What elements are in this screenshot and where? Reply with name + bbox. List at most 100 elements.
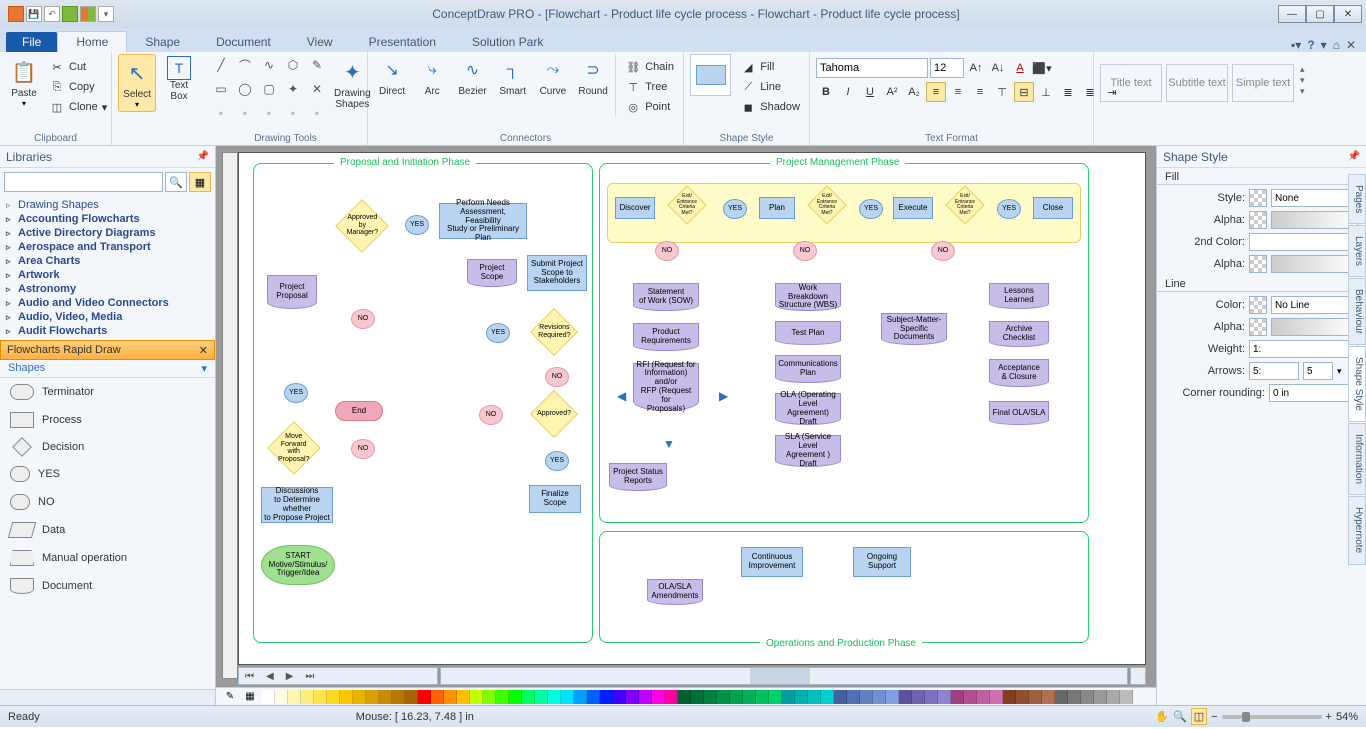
- color2-select[interactable]: ▾: [1249, 233, 1358, 251]
- weight-select[interactable]: 1:▾: [1249, 340, 1358, 358]
- connector-bezier[interactable]: ∿Bezier: [454, 54, 490, 97]
- title-text-style[interactable]: Title text: [1100, 64, 1162, 102]
- libtree-artwork[interactable]: Artwork: [6, 268, 209, 282]
- palette-tool-2[interactable]: ▦: [242, 689, 258, 705]
- shape-prod-req[interactable]: Product Requirements: [633, 323, 699, 351]
- palette-swatch[interactable]: [535, 690, 548, 704]
- pin-icon[interactable]: 📌: [197, 151, 209, 162]
- tool-a[interactable]: ◦: [210, 102, 232, 124]
- palette-swatch[interactable]: [938, 690, 951, 704]
- tool-rect[interactable]: ▭: [210, 78, 232, 100]
- grow-font-button[interactable]: A↑: [966, 58, 986, 78]
- palette-swatch[interactable]: [743, 690, 756, 704]
- palette-swatch[interactable]: [652, 690, 665, 704]
- palette-swatch[interactable]: [639, 690, 652, 704]
- shape-ola-amend[interactable]: OLA/SLA Amendments: [647, 579, 703, 605]
- shape-style-preview[interactable]: [690, 54, 731, 96]
- qat-icon-5[interactable]: [80, 6, 96, 22]
- line-color-select[interactable]: No Line▾: [1271, 296, 1358, 314]
- shape-ongoing[interactable]: Ongoing Support: [853, 547, 911, 577]
- clone-button[interactable]: ◫Clone ▾: [46, 98, 110, 116]
- maximize-button[interactable]: ▢: [1306, 5, 1334, 23]
- qat-icon-4[interactable]: [62, 6, 78, 22]
- palette-swatch[interactable]: [457, 690, 470, 704]
- font-size-select[interactable]: [930, 58, 964, 78]
- tool-cross[interactable]: ✕: [306, 78, 328, 100]
- palette-swatch[interactable]: [1029, 690, 1042, 704]
- conn-no-4[interactable]: NO: [351, 439, 375, 459]
- arrows-end[interactable]: 5: [1303, 362, 1333, 380]
- paste-button[interactable]: 📋 Paste ▾: [6, 54, 42, 110]
- shape-document[interactable]: Document: [0, 572, 215, 600]
- alpha-swatch-1[interactable]: [1249, 211, 1267, 229]
- tool-rrect[interactable]: ▢: [258, 78, 280, 100]
- mdi-close-icon[interactable]: ✕: [1346, 38, 1356, 52]
- highlight-button[interactable]: ⬛▾: [1032, 58, 1052, 78]
- alpha-slider-2[interactable]: [1271, 255, 1358, 273]
- palette-swatch[interactable]: [782, 690, 795, 704]
- search-button[interactable]: 🔍: [165, 172, 187, 192]
- qat-icon-1[interactable]: [8, 6, 24, 22]
- alpha-slider-1[interactable]: [1271, 211, 1358, 229]
- align-bottom-button[interactable]: ⊥: [1036, 82, 1056, 102]
- palette-swatch[interactable]: [990, 690, 1003, 704]
- tool-e[interactable]: ◦: [306, 102, 328, 124]
- conn-yes-2[interactable]: YES: [486, 323, 510, 343]
- shape-psr[interactable]: Project Status Reports: [609, 463, 667, 491]
- palette-swatch[interactable]: [769, 690, 782, 704]
- palette-swatch[interactable]: [1003, 690, 1016, 704]
- palette-swatch[interactable]: [275, 690, 288, 704]
- tab-presentation[interactable]: Presentation: [351, 32, 454, 52]
- shape-discussions[interactable]: Discussions to Determine whether to Prop…: [261, 487, 333, 523]
- connector-curve[interactable]: ⤳Curve: [535, 54, 571, 97]
- nav-right-icon[interactable]: ▶: [719, 389, 728, 403]
- conn-no-1[interactable]: NO: [545, 367, 569, 387]
- tab-prev-icon[interactable]: ◀: [260, 671, 280, 682]
- palette-swatch[interactable]: [496, 690, 509, 704]
- palette-swatch[interactable]: [444, 690, 457, 704]
- mdi-options-icon[interactable]: ⌂: [1333, 38, 1340, 52]
- minimize-button[interactable]: —: [1278, 5, 1306, 23]
- close-library-icon[interactable]: ✕: [199, 344, 208, 357]
- tool-c[interactable]: ◦: [258, 102, 280, 124]
- tab-home[interactable]: Home: [57, 31, 127, 52]
- tool-ellipse[interactable]: ◯: [234, 78, 256, 100]
- rtab-pages[interactable]: Pages: [1348, 174, 1366, 224]
- palette-swatch[interactable]: [1042, 690, 1055, 704]
- horizontal-scrollbar[interactable]: [440, 667, 1128, 685]
- fill-button[interactable]: ◢Fill: [737, 58, 803, 76]
- shape-start[interactable]: START Motive/Stimulus/ Trigger/Idea: [261, 545, 335, 585]
- shadow-button[interactable]: ◼Shadow: [737, 98, 803, 116]
- palette-swatch[interactable]: [1081, 690, 1094, 704]
- connector-direct[interactable]: ↘Direct: [374, 54, 410, 97]
- tab-solution-park[interactable]: Solution Park: [454, 32, 561, 52]
- point-button[interactable]: ◎Point: [622, 98, 677, 116]
- close-button[interactable]: ✕: [1334, 5, 1362, 23]
- palette-swatch[interactable]: [665, 690, 678, 704]
- shape-plan[interactable]: Plan: [759, 197, 795, 219]
- underline-button[interactable]: U: [860, 82, 880, 102]
- simple-text-style[interactable]: Simple text: [1232, 64, 1294, 102]
- shape-data[interactable]: Data: [0, 516, 215, 544]
- drawing-shapes-button[interactable]: ✦ Drawing Shapes: [332, 54, 373, 112]
- palette-swatch[interactable]: [314, 690, 327, 704]
- palette-swatch[interactable]: [977, 690, 990, 704]
- conn-no-p2-1[interactable]: NO: [655, 241, 679, 261]
- font-color-button[interactable]: A: [1010, 58, 1030, 78]
- alpha-swatch-3[interactable]: [1249, 318, 1267, 336]
- align-top-button[interactable]: ⊤: [992, 82, 1012, 102]
- shape-process[interactable]: Process: [0, 406, 215, 434]
- palette-swatch[interactable]: [483, 690, 496, 704]
- palette-swatch[interactable]: [899, 690, 912, 704]
- drawing-canvas[interactable]: Proposal and Initiation Phase Project Ma…: [238, 152, 1146, 665]
- tool-arc[interactable]: ⌒: [234, 54, 256, 76]
- conn-yes-3[interactable]: YES: [545, 451, 569, 471]
- tool-free[interactable]: ✎: [306, 54, 328, 76]
- shape-sla-draft[interactable]: SLA (Service Level Agreement ) Draft: [775, 435, 841, 467]
- italic-button[interactable]: I: [838, 82, 858, 102]
- shape-lessons[interactable]: Lessons Learned: [989, 283, 1049, 309]
- pin-icon-right[interactable]: 📌: [1348, 151, 1360, 162]
- palette-swatch[interactable]: [847, 690, 860, 704]
- palette-swatch[interactable]: [704, 690, 717, 704]
- textbox-button[interactable]: T Text Box: [160, 54, 198, 104]
